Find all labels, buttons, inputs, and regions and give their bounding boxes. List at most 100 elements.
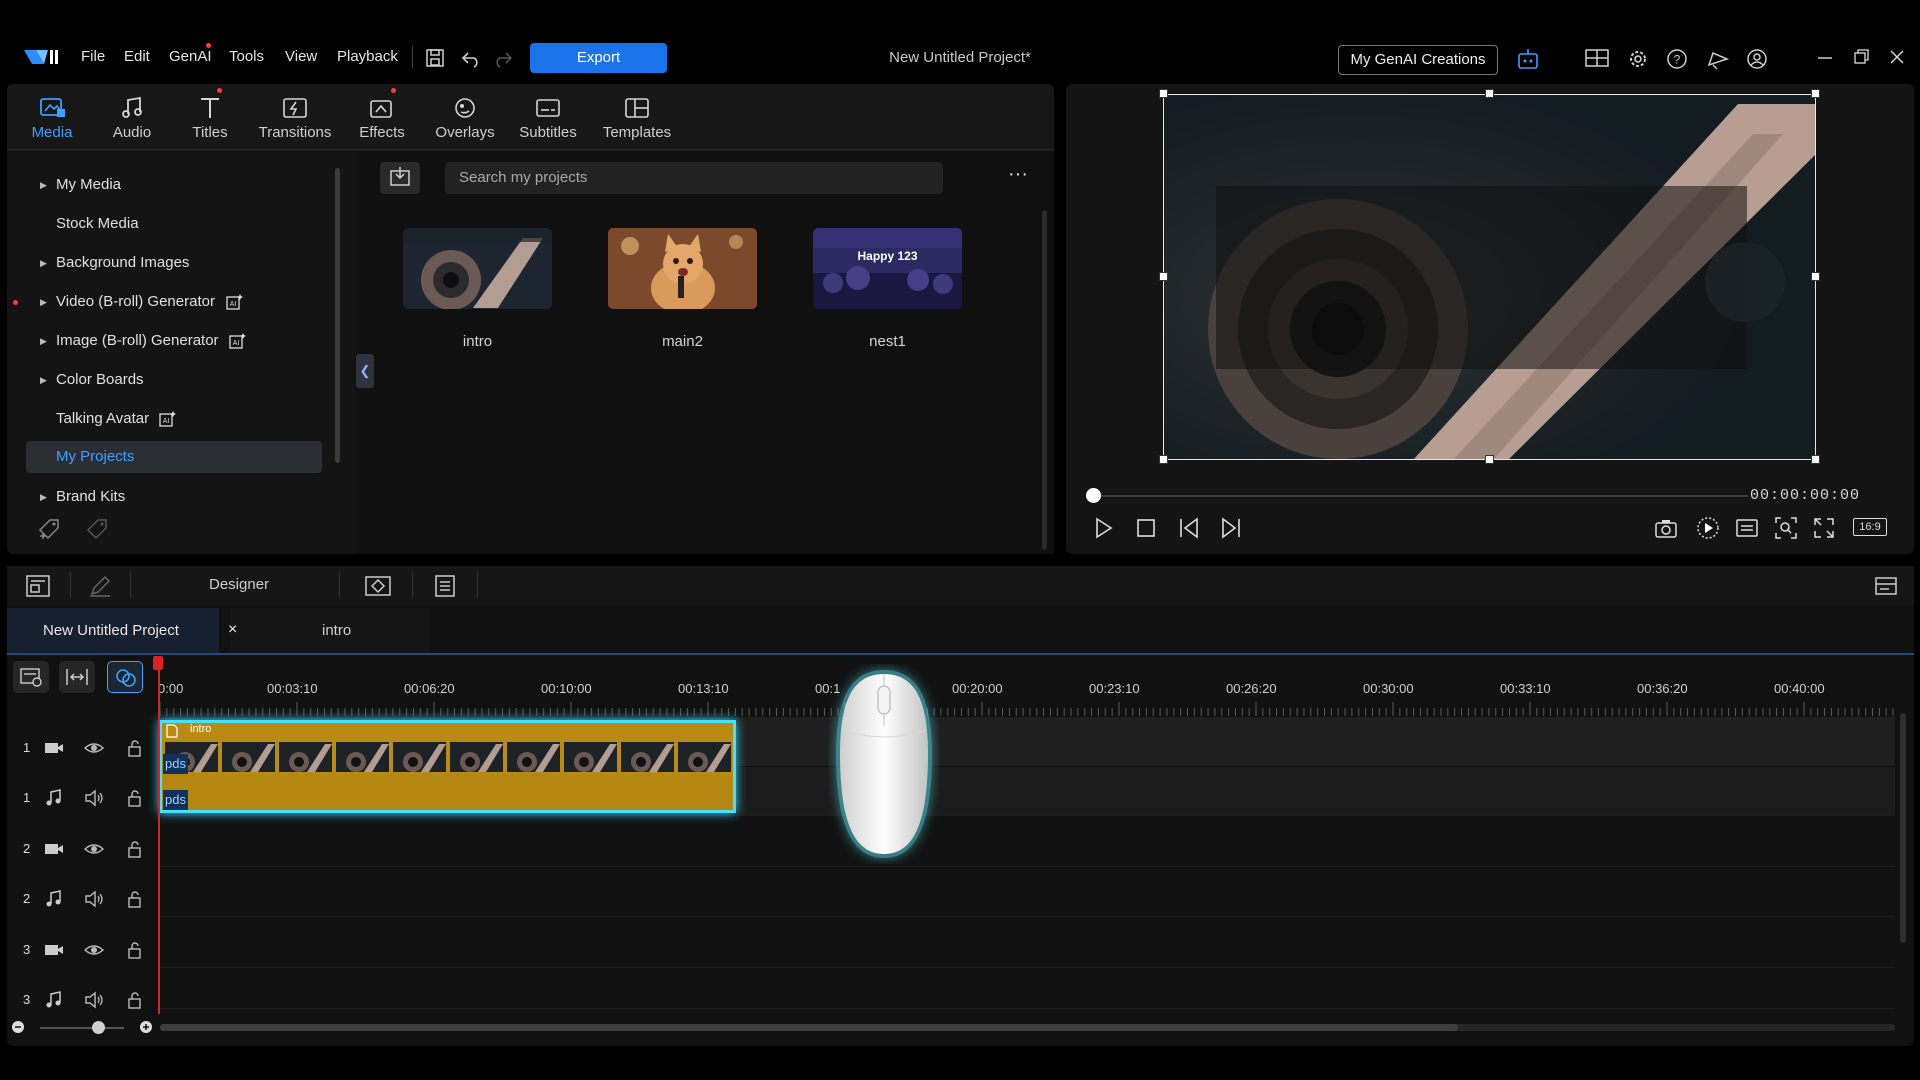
track-row-video-3[interactable] (160, 919, 1895, 968)
menu-genai[interactable]: GenAI (169, 48, 212, 65)
project-thumbnail-main2[interactable] (608, 228, 757, 309)
save-icon[interactable] (424, 47, 450, 71)
speaker-icon[interactable] (83, 990, 105, 1010)
eye-icon[interactable] (83, 839, 105, 859)
timeline-settings-icon[interactable] (1873, 574, 1901, 598)
redo-icon[interactable] (492, 47, 518, 71)
minimize-icon[interactable] (1815, 47, 1841, 71)
stop-icon[interactable] (1133, 515, 1159, 541)
preview-quality-icon[interactable] (1695, 515, 1721, 541)
timeline-ruler[interactable] (160, 700, 1895, 716)
timeline-tab-intro[interactable]: intro (230, 608, 430, 654)
lock-icon[interactable] (124, 788, 146, 808)
lock-icon[interactable] (124, 839, 146, 859)
tab-transitions[interactable]: Transitions (252, 84, 338, 150)
resize-handle[interactable] (1159, 89, 1168, 98)
menu-view[interactable]: View (285, 48, 317, 65)
tree-item-brand-kits[interactable]: ▶ Brand Kits (7, 481, 327, 508)
tree-item-talking-avatar[interactable]: Talking Avatar AI (7, 403, 327, 435)
account-icon[interactable] (1745, 47, 1771, 71)
selection-box[interactable] (1163, 94, 1816, 460)
collapse-panel-button[interactable]: ❮ (356, 354, 374, 388)
resize-handle[interactable] (1811, 455, 1820, 464)
expand-arrow-icon[interactable]: ▶ (40, 286, 47, 318)
subtitle-list-icon[interactable] (432, 574, 458, 598)
timeline-tab-project[interactable]: New Untitled Project (7, 608, 219, 654)
resize-handle[interactable] (1811, 272, 1820, 281)
zoom-slider-knob[interactable] (92, 1021, 105, 1034)
next-frame-icon[interactable] (1218, 515, 1244, 541)
preview-scrubber-knob[interactable] (1086, 488, 1101, 503)
expand-arrow-icon[interactable]: ▶ (40, 247, 47, 279)
lock-icon[interactable] (124, 990, 146, 1010)
tree-item-my-media[interactable]: ▶ My Media (7, 169, 327, 201)
menu-edit[interactable]: Edit (124, 48, 150, 65)
undo-icon[interactable] (460, 47, 486, 71)
menu-file[interactable]: File (81, 48, 105, 65)
lock-icon[interactable] (124, 940, 146, 960)
expand-arrow-icon[interactable]: ▶ (40, 169, 47, 201)
fit-timeline-button[interactable] (59, 661, 95, 693)
designer-button[interactable]: Designer (209, 576, 269, 593)
speaker-icon[interactable] (83, 889, 105, 909)
gear-icon[interactable] (1626, 47, 1652, 71)
tree-item-video-broll-generator[interactable]: ▶ Video (B-roll) Generator AI (7, 286, 327, 318)
playhead[interactable] (158, 658, 160, 1014)
robot-icon[interactable] (1515, 46, 1541, 70)
zoom-out-icon[interactable] (11, 1020, 25, 1034)
previous-frame-icon[interactable] (1176, 515, 1202, 541)
notification-icon[interactable] (1705, 47, 1731, 71)
tab-media[interactable]: Media (15, 84, 89, 150)
tab-audio[interactable]: Audio (99, 84, 165, 150)
import-button[interactable] (380, 162, 420, 194)
tab-templates[interactable]: Templates (592, 84, 682, 150)
arrange-icon[interactable] (25, 574, 51, 598)
timeline-scroll-thumb[interactable] (160, 1024, 1458, 1031)
timeline-vertical-scrollbar[interactable] (1900, 713, 1906, 943)
fullscreen-icon[interactable] (1811, 515, 1837, 541)
tree-scrollbar[interactable] (335, 168, 340, 463)
my-genai-creations-button[interactable]: My GenAI Creations (1338, 45, 1498, 75)
layout-icon[interactable] (1584, 47, 1610, 71)
tab-titles[interactable]: Titles (179, 84, 241, 150)
magnetic-link-button[interactable] (107, 661, 143, 693)
track-manager-button[interactable] (13, 661, 49, 693)
tab-effects[interactable]: Effects (348, 84, 416, 150)
expand-arrow-icon[interactable]: ▶ (40, 325, 47, 357)
search-input[interactable]: Search my projects (445, 162, 943, 194)
tree-item-color-boards[interactable]: ▶ Color Boards (7, 364, 327, 396)
tab-subtitles[interactable]: Subtitles (510, 84, 586, 150)
resize-handle[interactable] (1811, 89, 1820, 98)
more-options-button[interactable]: ··· (1004, 164, 1032, 192)
eye-icon[interactable] (83, 738, 105, 758)
zoom-slider-track[interactable] (40, 1027, 124, 1029)
aspect-ratio-button[interactable]: 16:9 (1853, 518, 1887, 536)
snapshot-camera-icon[interactable] (1653, 515, 1679, 541)
track-row-audio-3[interactable] (160, 969, 1895, 1009)
eye-icon[interactable] (83, 940, 105, 960)
tree-item-my-projects[interactable]: My Projects (26, 441, 322, 473)
resize-handle[interactable] (1485, 89, 1494, 98)
tree-item-stock-media[interactable]: Stock Media (7, 208, 327, 240)
zoom-preview-icon[interactable] (1773, 515, 1799, 541)
grid-scrollbar[interactable] (1042, 210, 1047, 550)
resize-handle[interactable] (1485, 455, 1494, 464)
expand-arrow-icon[interactable]: ▶ (40, 481, 47, 508)
speaker-icon[interactable] (83, 788, 105, 808)
remove-tag-icon[interactable] (84, 516, 112, 542)
add-tag-icon[interactable] (36, 516, 64, 542)
export-button[interactable]: Export (530, 43, 667, 73)
expand-arrow-icon[interactable]: ▶ (40, 364, 47, 396)
close-tab-button[interactable]: × (228, 621, 237, 639)
menu-tools[interactable]: Tools (229, 48, 264, 65)
help-icon[interactable]: ? (1665, 47, 1691, 71)
project-thumbnail-intro[interactable] (403, 228, 552, 309)
tree-item-background-images[interactable]: ▶ Background Images (7, 247, 327, 279)
lock-icon[interactable] (124, 889, 146, 909)
preview-scrubber-track[interactable] (1093, 495, 1748, 497)
close-icon[interactable] (1887, 47, 1913, 71)
lock-icon[interactable] (124, 738, 146, 758)
zoom-in-icon[interactable] (139, 1020, 153, 1034)
subtitle-preview-icon[interactable] (1734, 515, 1760, 541)
play-icon[interactable] (1090, 515, 1116, 541)
